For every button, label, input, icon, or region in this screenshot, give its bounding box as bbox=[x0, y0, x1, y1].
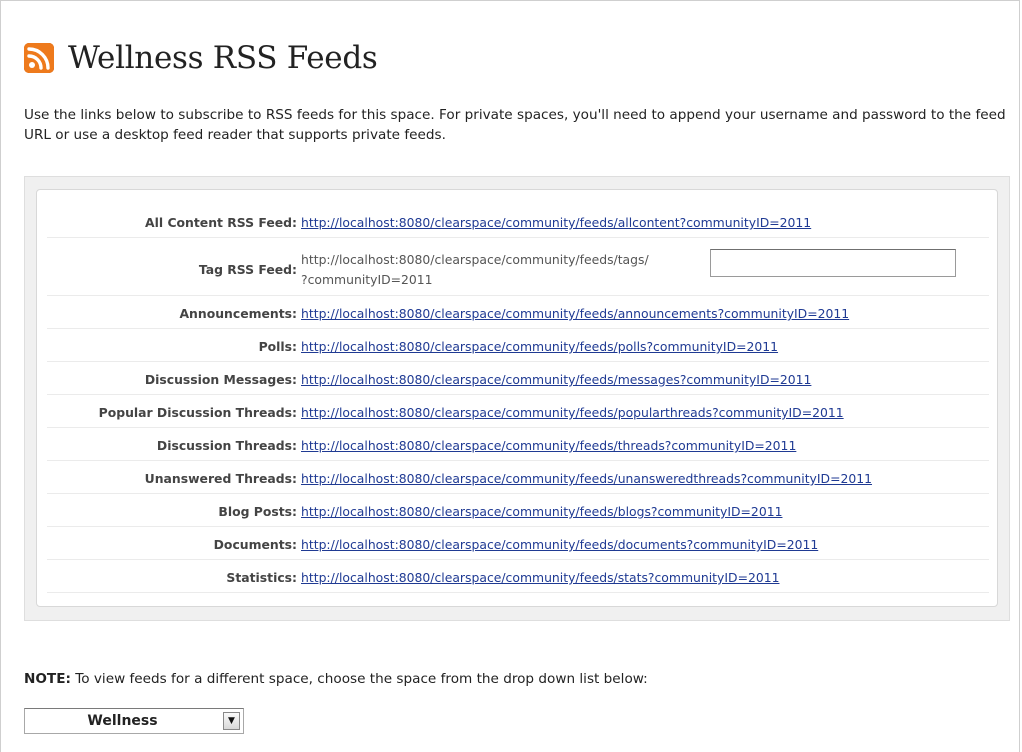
feed-label: Tag RSS Feed: bbox=[198, 262, 297, 277]
feed-row-unanswered-threads: Unanswered Threads: http://localhost:808… bbox=[47, 461, 989, 494]
feed-label: Documents: bbox=[213, 537, 297, 552]
feed-link-popular-threads[interactable]: http://localhost:8080/clearspace/communi… bbox=[301, 405, 844, 420]
feed-label: Blog Posts: bbox=[218, 504, 297, 519]
feed-link-blog-posts[interactable]: http://localhost:8080/clearspace/communi… bbox=[301, 504, 782, 519]
feeds-panel: All Content RSS Feed: http://localhost:8… bbox=[24, 176, 1010, 621]
feed-link-discussion-threads[interactable]: http://localhost:8080/clearspace/communi… bbox=[301, 438, 796, 453]
tag-input[interactable] bbox=[710, 249, 956, 277]
note-prefix: NOTE: bbox=[24, 671, 71, 687]
feed-link-announcements[interactable]: http://localhost:8080/clearspace/communi… bbox=[301, 306, 849, 321]
tag-feed-url-prefix: http://localhost:8080/clearspace/communi… bbox=[301, 252, 649, 267]
feed-label: Statistics: bbox=[226, 570, 297, 585]
feed-label: Discussion Messages: bbox=[144, 372, 297, 387]
feed-link-documents[interactable]: http://localhost:8080/clearspace/communi… bbox=[301, 537, 818, 552]
page-title: Wellness RSS Feeds bbox=[68, 39, 378, 76]
space-note: NOTE: To view feeds for a different spac… bbox=[24, 671, 648, 687]
feed-link-all-content[interactable]: http://localhost:8080/clearspace/communi… bbox=[301, 215, 811, 230]
feed-row-announcements: Announcements: http://localhost:8080/cle… bbox=[47, 296, 989, 329]
note-text: To view feeds for a different space, cho… bbox=[70, 671, 648, 687]
feed-link-statistics[interactable]: http://localhost:8080/clearspace/communi… bbox=[301, 570, 779, 585]
feed-label: All Content RSS Feed: bbox=[145, 215, 297, 230]
feed-row-tag: Tag RSS Feed: http://localhost:8080/clea… bbox=[47, 238, 989, 296]
title-row: Wellness RSS Feeds bbox=[24, 22, 378, 95]
feed-link-polls[interactable]: http://localhost:8080/clearspace/communi… bbox=[301, 339, 778, 354]
feed-label: Unanswered Threads: bbox=[144, 471, 297, 486]
feed-label: Popular Discussion Threads: bbox=[98, 405, 297, 420]
rss-icon bbox=[24, 43, 54, 74]
feed-row-polls: Polls: http://localhost:8080/clearspace/… bbox=[47, 329, 989, 362]
feed-label: Announcements: bbox=[179, 306, 297, 321]
space-select[interactable]: Wellness ▼ bbox=[24, 708, 244, 734]
feed-label: Discussion Threads: bbox=[156, 438, 297, 453]
tag-feed-url: http://localhost:8080/clearspace/communi… bbox=[301, 250, 649, 290]
feeds-list: All Content RSS Feed: http://localhost:8… bbox=[36, 189, 998, 607]
feed-link-discussion-messages[interactable]: http://localhost:8080/clearspace/communi… bbox=[301, 372, 811, 387]
feed-row-blog-posts: Blog Posts: http://localhost:8080/clears… bbox=[47, 494, 989, 527]
feed-row-discussion-threads: Discussion Threads: http://localhost:808… bbox=[47, 428, 989, 461]
tag-feed-url-suffix: ?communityID=2011 bbox=[301, 272, 433, 287]
feed-row-all-content: All Content RSS Feed: http://localhost:8… bbox=[47, 205, 989, 238]
feed-row-documents: Documents: http://localhost:8080/clearsp… bbox=[47, 527, 989, 560]
space-select-value: Wellness bbox=[87, 713, 158, 729]
feed-row-statistics: Statistics: http://localhost:8080/clears… bbox=[47, 560, 989, 593]
feed-row-discussion-messages: Discussion Messages: http://localhost:80… bbox=[47, 362, 989, 395]
feed-row-popular-threads: Popular Discussion Threads: http://local… bbox=[47, 395, 989, 428]
feed-label: Polls: bbox=[258, 339, 297, 354]
chevron-down-icon[interactable]: ▼ bbox=[223, 712, 240, 730]
feed-link-unanswered-threads[interactable]: http://localhost:8080/clearspace/communi… bbox=[301, 471, 872, 486]
intro-text: Use the links below to subscribe to RSS … bbox=[24, 107, 1006, 143]
